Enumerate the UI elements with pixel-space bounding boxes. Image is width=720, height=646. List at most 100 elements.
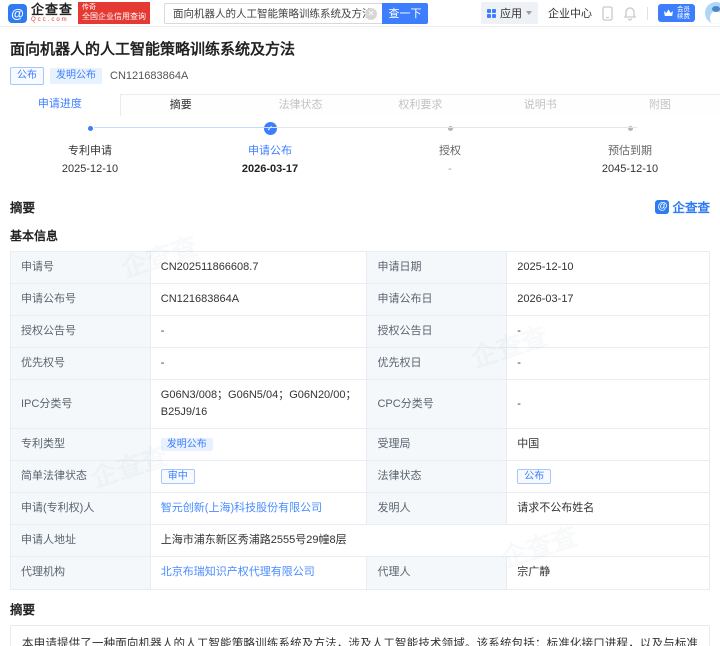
value-text: - [517, 397, 521, 410]
field-value: - [149, 315, 368, 349]
entity-link[interactable]: 智元创新(上海)科技股份有限公司 [161, 502, 322, 514]
tab-4[interactable]: 说明书 [480, 94, 601, 116]
field-value[interactable]: 北京布瑞知识产权代理有限公司 [149, 556, 368, 590]
value-badge: 发明公布 [160, 438, 213, 452]
search-button[interactable]: 查一下 [382, 2, 429, 24]
field-value: 中国 [506, 428, 710, 462]
timeline-nodes: 专利申请 2025-12-10 ✓ 申请公布 2026-03-17 授权 - 预估到期 2045… [0, 122, 720, 175]
timeline-node-0: 专利申请 2025-12-10 [0, 122, 180, 175]
tab-5[interactable]: 附图 [600, 94, 720, 116]
apps-grid-icon [487, 8, 496, 18]
brand-text[interactable]: 企查查 Qcc.com [31, 3, 73, 23]
qcc-logo-icon[interactable]: @ [8, 3, 27, 23]
search-input[interactable]: 面向机器人的人工智能策略训练系统及方法 ✕ [164, 2, 383, 24]
field-value: 发明公布 [149, 428, 368, 462]
tab-1[interactable]: 摘要 [120, 94, 241, 116]
table-row: 申请(专利权)人 智元创新(上海)科技股份有限公司 发明人 请求不公布姓名 [10, 492, 710, 526]
timeline-label: 专利申请 [68, 145, 112, 157]
field-label: 申请号 [10, 250, 151, 285]
promo-line2: 全国企业信用查询 [82, 12, 147, 22]
top-header: @ 企查查 Qcc.com 传奇 全国企业信用查询 面向机器人的人工智能策略训练… [0, 0, 720, 27]
application-timeline: 专利申请 2025-12-10 ✓ 申请公布 2026-03-17 授权 - 预估到期 2045… [0, 116, 720, 188]
field-value[interactable]: 智元创新(上海)科技股份有限公司 [149, 492, 368, 526]
timeline-date: 2026-03-17 [241, 163, 299, 175]
field-value: - [506, 315, 710, 349]
field-label: CPC分类号 [366, 379, 508, 430]
main-content: 企查查 企查查 企查查 企查查 摘要 @ 企查查 基本信息 申请号CN20251… [0, 197, 720, 646]
value-badge: 公布 [517, 469, 552, 485]
field-value: 2025-12-10 [506, 250, 710, 285]
value-text: 2026-03-17 [517, 293, 574, 306]
field-label: 申请公布号 [10, 283, 151, 317]
tab-2[interactable]: 法律状态 [240, 94, 361, 116]
timeline-date: 2045-12-10 [601, 163, 659, 175]
field-value: CN202511866608.7 [149, 250, 368, 285]
vip-label: 会员 续费 [677, 5, 690, 20]
value-text: 2025-12-10 [517, 261, 574, 273]
abstract-section-header: 摘要 [10, 599, 710, 618]
field-label: IPC分类号 [10, 379, 151, 430]
basic-info-title: 基本信息 [10, 229, 59, 243]
timeline-node-3: 预估到期 2045-12-10 [540, 122, 720, 175]
publication-number: CN121683864A [110, 70, 189, 82]
value-text: G06N3/008；G06N5/04；G06N20/00；B25J9/16 [160, 389, 357, 419]
value-text: 上海市浦东新区秀浦路2555号29幢8层 [160, 534, 347, 547]
tab-3[interactable]: 权利要求 [360, 94, 481, 116]
chevron-down-icon [526, 11, 532, 15]
mobile-icon[interactable] [602, 5, 613, 21]
vip-renew-button[interactable]: 会员 续费 [658, 3, 695, 23]
table-row: IPC分类号 G06N3/008；G06N5/04；G06N20/00；B25J9… [10, 379, 710, 430]
field-value: 宗广静 [506, 556, 710, 590]
field-label: 代理机构 [10, 556, 151, 590]
field-value: - [149, 347, 368, 381]
field-label: 申请(专利权)人 [10, 492, 151, 526]
apps-label: 应用 [500, 8, 522, 20]
value-badge: 审中 [160, 469, 195, 485]
tab-0[interactable]: 申请进度 [0, 94, 121, 116]
search-input-value: 面向机器人的人工智能策略训练系统及方法 [173, 7, 373, 20]
qcc-mini-logo-icon: @ [655, 199, 670, 214]
entity-link[interactable]: 北京布瑞知识产权代理有限公司 [161, 566, 315, 578]
field-label: 申请公布日 [366, 283, 508, 317]
field-label: 专利类型 [10, 428, 151, 462]
field-label: 申请日期 [366, 250, 508, 285]
table-row: 申请人地址 上海市浦东新区秀浦路2555号29幢8层 [10, 524, 711, 558]
value-text: CN121683864A [160, 293, 240, 306]
field-value: 请求不公布姓名 [506, 492, 710, 526]
timeline-node-2: 授权 - [360, 122, 540, 175]
field-label: 代理人 [366, 556, 508, 590]
timeline-line-pending [270, 127, 638, 128]
field-label: 受理局 [366, 428, 508, 462]
enterprise-center-link[interactable]: 企业中心 [548, 5, 592, 21]
qcc-watermark-logo: @ 企查查 [655, 197, 710, 216]
field-value: 2026-03-17 [506, 283, 710, 317]
value-text: CN202511866608.7 [160, 261, 259, 273]
timeline-label: 预估到期 [608, 145, 652, 157]
check-icon: ✓ [263, 122, 277, 135]
field-value: 公布 [506, 460, 710, 494]
timeline-node-1: ✓ 申请公布 2026-03-17 [180, 122, 360, 175]
field-value: 审中 [149, 460, 368, 494]
table-row: 申请号 CN202511866608.7 申请日期 2025-12-10 [10, 250, 710, 285]
clear-icon[interactable]: ✕ [365, 7, 378, 20]
search-bar: 面向机器人的人工智能策略训练系统及方法 ✕ 查一下 [164, 2, 429, 24]
field-value: CN121683864A [149, 283, 368, 317]
abstract-text: 本申请提供了一种面向机器人的人工智能策略训练系统及方法，涉及人工智能技术领域。该… [22, 637, 698, 646]
summary-section-title: 摘要 [10, 201, 36, 215]
apps-menu[interactable]: 应用 [481, 2, 538, 24]
field-value: G06N3/008；G06N5/04；G06N20/00；B25J9/16 [149, 379, 368, 430]
value-text: 宗广静 [517, 566, 551, 579]
bell-icon[interactable] [623, 6, 637, 21]
user-avatar[interactable] [705, 2, 720, 24]
field-value: 上海市浦东新区秀浦路2555号29幢8层 [149, 524, 711, 558]
timeline-label: 申请公布 [248, 145, 292, 157]
field-label: 授权公告日 [366, 315, 508, 349]
table-row: 优先权号 - 优先权日 - [10, 347, 710, 381]
divider [647, 6, 648, 20]
field-label: 法律状态 [366, 460, 508, 494]
field-label: 优先权号 [10, 347, 151, 381]
header-right: 应用 企业中心 会员 续费 [481, 2, 720, 24]
table-row: 授权公告号 - 授权公告日 - [10, 315, 710, 349]
crown-icon [664, 9, 673, 16]
timeline-date: 2025-12-10 [61, 163, 119, 175]
